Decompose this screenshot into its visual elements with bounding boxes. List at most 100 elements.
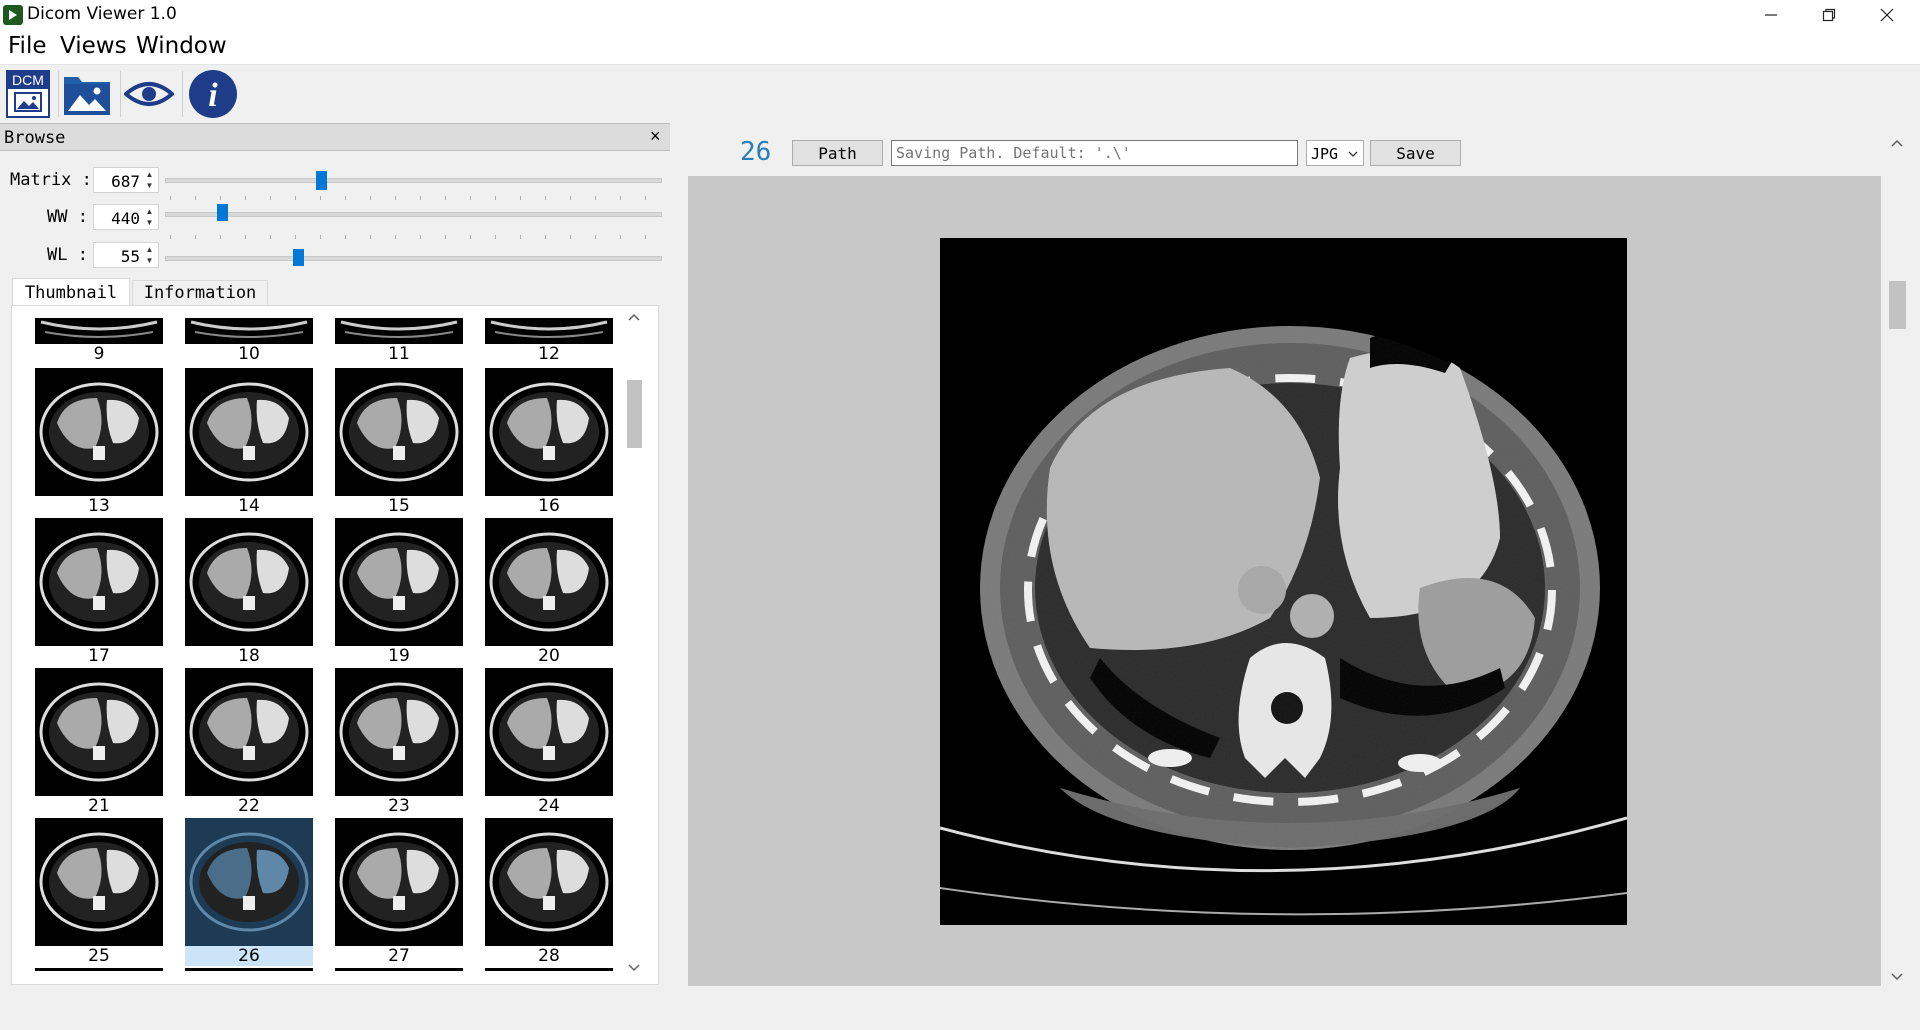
ct-scan-image[interactable] [940,238,1627,925]
thumbnail-label[interactable]: 27 [335,946,463,966]
slider-tick [195,196,196,200]
dock-title: Browse [4,128,66,148]
saving-path-input[interactable] [892,141,1297,165]
tab-information[interactable]: Information [132,280,268,306]
toolbar: DCM i [0,65,1920,123]
close-window-button[interactable] [1858,0,1916,30]
thumbnail-label[interactable]: 18 [185,646,313,666]
thumbnail-label[interactable]: 25 [35,946,163,966]
thumbnail-ct-icon [189,682,309,782]
thumbnail-label[interactable]: 13 [35,496,163,516]
slider-tick [395,235,396,239]
thumbnail-label[interactable]: 10 [185,344,313,364]
ww-spinbox[interactable]: 440 ▲ ▼ [93,204,159,230]
save-button[interactable]: Save [1370,140,1461,166]
thumbnail-image[interactable] [35,818,163,946]
scroll-down-icon[interactable] [1891,973,1903,981]
thumbnail-image[interactable] [185,368,313,496]
scroll-down-icon[interactable] [628,964,640,972]
minimize-button[interactable] [1742,0,1800,30]
thumbnail-image[interactable] [35,668,163,796]
thumbnail-image[interactable] [335,318,463,344]
thumbnail-label[interactable]: 20 [485,646,613,666]
title-bar: Dicom Viewer 1.0 [0,0,1920,30]
thumbnail-label[interactable]: 11 [335,344,463,364]
thumbnail-label[interactable]: 17 [35,646,163,666]
spin-arrows-icon[interactable]: ▲ ▼ [143,206,156,228]
scroll-up-icon[interactable] [1891,139,1903,147]
thumbnail-ct-icon [39,532,159,632]
slider-tick [270,196,271,200]
restore-button[interactable] [1800,0,1858,30]
slider-tick [220,196,221,200]
slider-tick [470,196,471,200]
thumbnail-image[interactable] [35,318,163,344]
scroll-up-icon[interactable] [628,313,640,321]
dicom-file-icon: DCM [6,70,50,118]
thumbnail-image[interactable] [185,518,313,646]
thumbnail-label[interactable]: 26 [185,946,313,966]
menu-window[interactable]: Window [136,33,227,59]
thumbnail-next-row-edge [35,968,163,971]
spin-arrows-icon[interactable]: ▲ ▼ [143,169,156,191]
ww-slider-handle[interactable] [217,204,228,221]
thumbnail-image[interactable] [35,368,163,496]
thumbnail-label[interactable]: 9 [35,344,163,364]
thumbnail-scrollbar[interactable] [625,310,643,975]
matrix-slider[interactable] [165,178,662,183]
scroll-thumb[interactable] [1889,281,1906,329]
dicom-icon-label: DCM [12,72,44,88]
thumbnail-label[interactable]: 23 [335,796,463,816]
thumbnail-image[interactable] [35,518,163,646]
toolbar-separator [58,71,59,117]
slider-tick [370,235,371,239]
thumbnail-label[interactable]: 24 [485,796,613,816]
tab-thumbnail[interactable]: Thumbnail [12,278,130,306]
thumbnail-label[interactable]: 28 [485,946,613,966]
wl-spinbox[interactable]: 55 ▲ ▼ [93,242,159,268]
thumbnail-image[interactable] [185,318,313,344]
thumbnail-image[interactable] [335,518,463,646]
thumbnail-label[interactable]: 21 [35,796,163,816]
path-button[interactable]: Path [792,140,883,166]
slider-tick [445,235,446,239]
info-button[interactable]: i [188,69,238,119]
open-image-folder-button[interactable] [62,69,112,119]
format-select[interactable]: JPG [1306,140,1364,166]
scroll-thumb[interactable] [627,380,642,448]
thumbnail-image[interactable] [485,518,613,646]
thumbnail-image[interactable] [335,668,463,796]
ww-value: 440 [111,209,140,228]
matrix-spinbox[interactable]: 687 ▲ ▼ [93,167,159,193]
menu-views[interactable]: Views [60,33,127,59]
thumbnail-image[interactable] [335,818,463,946]
thumbnail-label[interactable]: 12 [485,344,613,364]
thumbnail-label[interactable]: 22 [185,796,313,816]
saving-path-field[interactable] [891,140,1298,166]
slider-tick [420,196,421,200]
slider-tick [595,235,596,239]
menu-bar: File Views Window [0,30,1920,65]
thumbnail-label[interactable]: 14 [185,496,313,516]
thumbnail-image[interactable] [485,818,613,946]
thumbnail-image[interactable] [335,368,463,496]
ww-slider[interactable] [165,212,662,217]
thumbnail-image[interactable] [485,668,613,796]
open-dicom-button[interactable]: DCM [4,69,54,119]
dock-close-button[interactable]: × [650,126,661,147]
wl-slider-handle[interactable] [293,249,304,266]
thumbnail-label[interactable]: 16 [485,496,613,516]
thumbnail-image[interactable] [485,368,613,496]
thumbnail-image[interactable] [185,818,313,946]
wl-slider[interactable] [165,256,662,261]
thumbnail-label[interactable]: 19 [335,646,463,666]
matrix-value: 687 [111,172,140,191]
matrix-slider-handle[interactable] [316,171,327,190]
menu-file[interactable]: File [8,33,47,59]
view-button[interactable] [122,69,176,119]
viewport-scrollbar[interactable] [1887,126,1907,988]
thumbnail-image[interactable] [185,668,313,796]
thumbnail-label[interactable]: 15 [335,496,463,516]
spin-arrows-icon[interactable]: ▲ ▼ [143,244,156,266]
thumbnail-image[interactable] [485,318,613,344]
